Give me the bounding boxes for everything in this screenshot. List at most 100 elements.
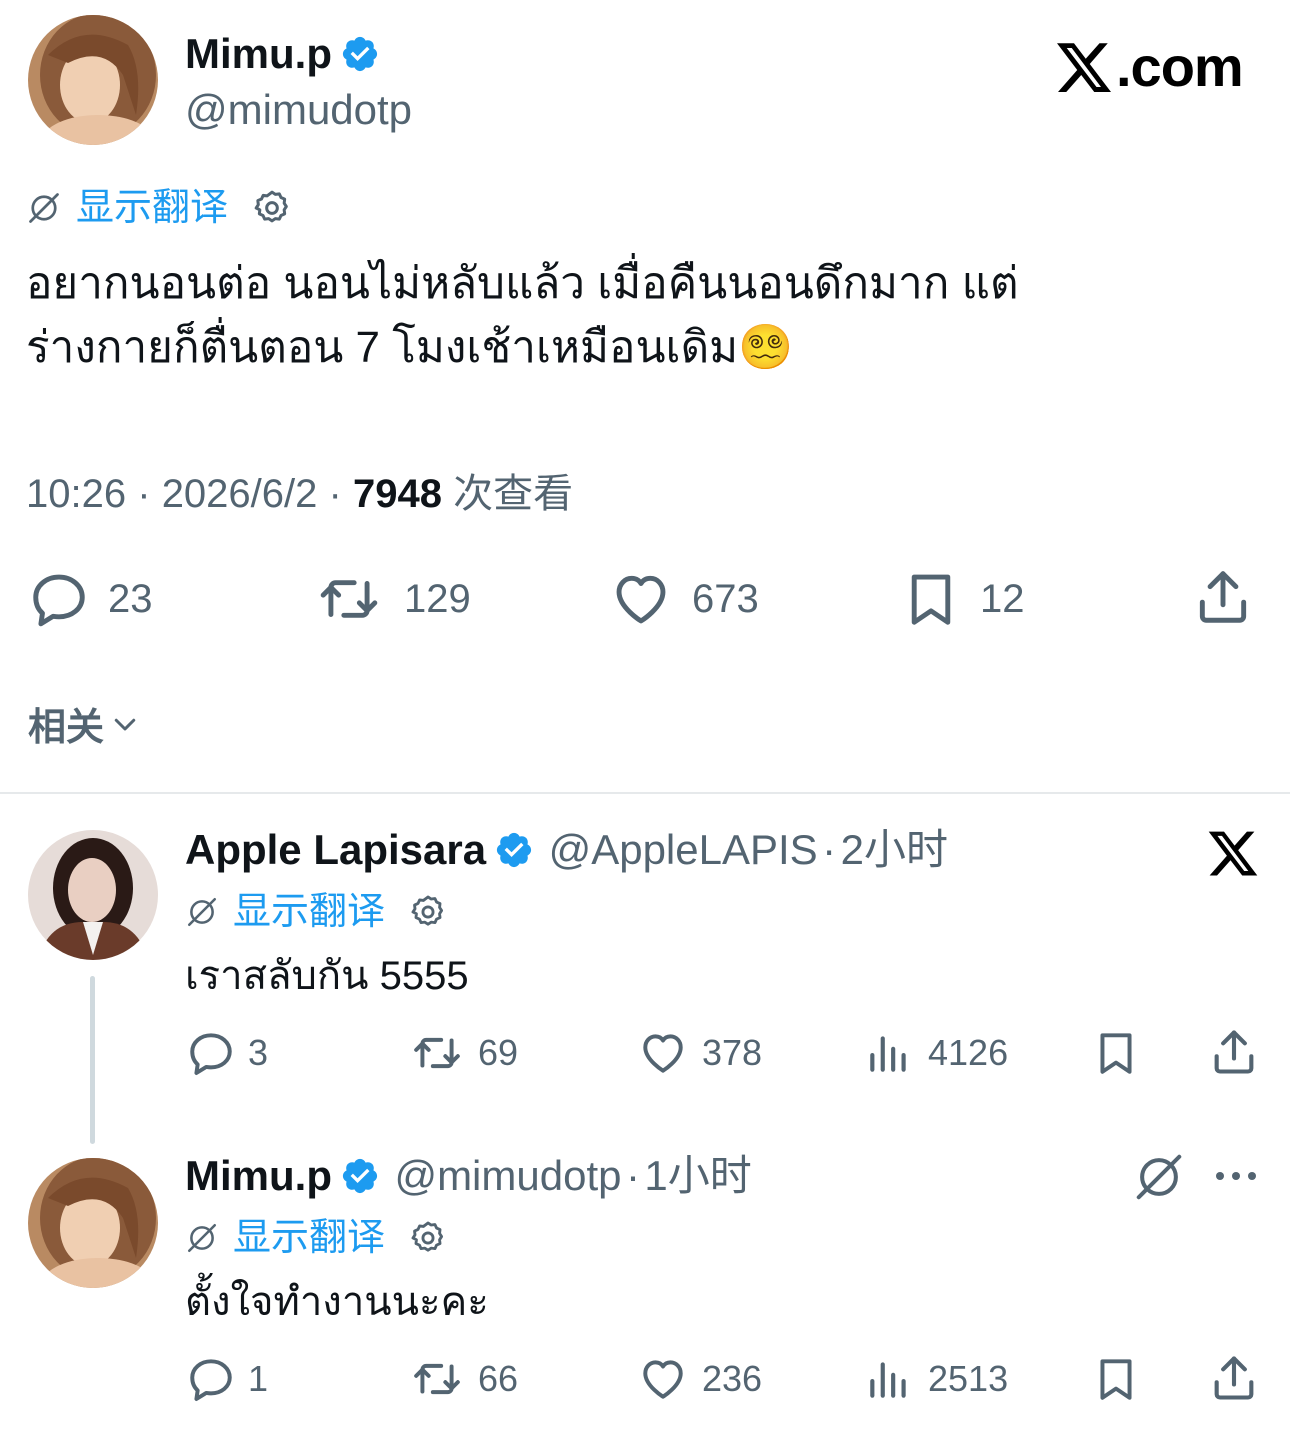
like-button[interactable]: 378 (636, 1028, 762, 1078)
share-button[interactable] (1192, 566, 1254, 628)
thread-line (90, 976, 95, 1144)
post-meta: 10:26 · 2026/6/2 · 7948 次查看 (26, 470, 573, 518)
reply-time[interactable]: 2小时 (841, 826, 948, 873)
reply-text: ตั้งใจทำงานนะคะ (185, 1280, 489, 1324)
verified-badge-icon (340, 1156, 380, 1196)
reply-count: 1 (248, 1358, 269, 1399)
x-com-watermark: .com (1052, 34, 1244, 99)
bookmark-button[interactable]: 12 (900, 568, 1025, 630)
views-count: 4126 (928, 1032, 1009, 1073)
translate-row: 显示翻译 (185, 1216, 447, 1260)
section-divider (0, 792, 1290, 794)
reply-text: เราสลับกัน 5555 (185, 954, 469, 998)
reply-author-handle[interactable]: @AppleLAPIS (549, 826, 818, 873)
author-handle[interactable]: @mimudotp (185, 86, 412, 134)
heart-icon (636, 1028, 690, 1078)
reply-header: Mimu.p @mimudotp · 1小时 (185, 1152, 752, 1200)
repost-icon (408, 1354, 466, 1404)
like-count: 378 (702, 1032, 763, 1073)
like-count: 673 (692, 576, 759, 621)
verified-badge-icon (494, 830, 534, 870)
share-button[interactable] (1208, 1026, 1260, 1078)
post-text: อยากนอนต่อ นอนไม่หลับแล้ว เมื่อคืนนอนดึก… (26, 252, 1266, 380)
bookmark-icon (900, 568, 962, 630)
reply-button[interactable]: 23 (28, 568, 153, 630)
translate-row: 显示翻译 (26, 186, 292, 230)
repost-count: 69 (478, 1032, 519, 1073)
like-count: 236 (702, 1358, 763, 1399)
share-icon (1208, 1352, 1260, 1404)
translate-row: 显示翻译 (185, 890, 447, 934)
gear-icon[interactable] (409, 893, 447, 931)
heart-icon (636, 1354, 690, 1404)
views-icon (864, 1354, 914, 1404)
reply-author-handle[interactable]: @mimudotp (394, 1152, 621, 1199)
repost-icon (312, 568, 386, 630)
reply-count: 3 (248, 1032, 269, 1073)
like-button[interactable]: 673 (608, 568, 759, 630)
views-label: 次查看 (453, 472, 574, 516)
post-text-line-2: ร่างกายก็ตื่นตอน 7 โมงเช้าเหมือนเดิม😵‍💫 (26, 323, 793, 372)
show-translation-link[interactable]: 显示翻译 (76, 186, 228, 230)
bookmark-icon (1090, 1028, 1142, 1078)
x-logo-icon (1052, 37, 1116, 97)
share-icon (1208, 1026, 1260, 1078)
repost-count: 129 (404, 576, 471, 621)
meta-separator: · (625, 1152, 640, 1199)
meta-separator: · (822, 826, 837, 873)
author-name-row[interactable]: Mimu.p (185, 30, 380, 78)
share-button[interactable] (1208, 1352, 1260, 1404)
reply-time[interactable]: 1小时 (644, 1152, 751, 1199)
reply-header: Apple Lapisara @AppleLAPIS · 2小时 (185, 826, 948, 874)
show-translation-link[interactable]: 显示翻译 (233, 1216, 385, 1260)
avatar-image (28, 830, 158, 960)
author-name: Mimu.p (185, 30, 332, 77)
reply-icon (186, 1354, 236, 1404)
repost-icon (408, 1028, 466, 1078)
views-button[interactable]: 4126 (864, 1028, 1008, 1078)
avatar-image (28, 15, 158, 145)
views-count: 7948 (352, 472, 442, 516)
reply-icon (28, 568, 90, 630)
site-label: .com (1116, 35, 1244, 98)
reply-button[interactable]: 1 (186, 1354, 268, 1404)
reply-avatar[interactable] (28, 1158, 158, 1288)
more-options-icon[interactable] (1212, 1166, 1260, 1186)
reply-icon (186, 1028, 236, 1078)
post-time[interactable]: 10:26 (26, 472, 126, 516)
bookmark-button[interactable] (1090, 1028, 1142, 1078)
post-date[interactable]: 2026/6/2 (162, 472, 318, 516)
bookmark-button[interactable] (1090, 1354, 1142, 1404)
related-toggle[interactable]: 相关 (28, 696, 140, 751)
post-text-line-1: อยากนอนต่อ นอนไม่หลับแล้ว เมื่อคืนนอนดึก… (26, 259, 1019, 308)
reply-author-name[interactable]: Mimu.p (185, 1152, 332, 1199)
repost-button[interactable]: 69 (408, 1028, 518, 1078)
no-translate-icon[interactable] (1132, 1150, 1186, 1204)
reply-author-name[interactable]: Apple Lapisara (185, 826, 486, 873)
gear-icon[interactable] (252, 188, 292, 228)
like-button[interactable]: 236 (636, 1354, 762, 1404)
meta-separator: · (328, 472, 342, 516)
show-translation-link[interactable]: 显示翻译 (233, 890, 385, 934)
x-logo-icon (1206, 826, 1260, 880)
no-translate-icon (185, 895, 219, 929)
reply-button[interactable]: 3 (186, 1028, 268, 1078)
reply-avatar[interactable] (28, 830, 158, 960)
repost-count: 66 (478, 1358, 519, 1399)
bookmark-icon (1090, 1354, 1142, 1404)
dizzy-face-emoji: 😵‍💫 (738, 323, 793, 372)
no-translate-icon (26, 190, 62, 226)
views-count: 2513 (928, 1358, 1009, 1399)
reply-count: 23 (108, 576, 153, 621)
meta-separator: · (137, 472, 151, 516)
bookmark-count: 12 (980, 576, 1025, 621)
gear-icon[interactable] (409, 1219, 447, 1257)
verified-badge-icon (340, 34, 380, 74)
no-translate-icon (185, 1221, 219, 1255)
repost-button[interactable]: 129 (312, 568, 471, 630)
views-icon (864, 1028, 914, 1078)
author-avatar[interactable] (28, 15, 158, 145)
chevron-down-icon (114, 718, 136, 730)
views-button[interactable]: 2513 (864, 1354, 1008, 1404)
repost-button[interactable]: 66 (408, 1354, 518, 1404)
